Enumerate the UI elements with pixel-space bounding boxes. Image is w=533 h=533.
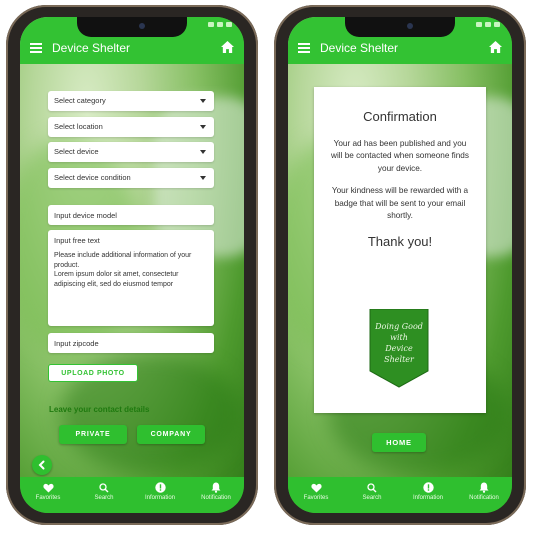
contact-details-label: Leave your contact details — [49, 405, 150, 414]
nav-search-label: Search — [94, 495, 114, 501]
nav-information[interactable]: Information — [400, 477, 456, 513]
upload-photo-button[interactable]: UPLOAD PHOTO — [48, 364, 138, 382]
device-model-input[interactable]: Input device model — [48, 205, 214, 225]
bell-icon — [211, 482, 221, 493]
nav-information-label: Information — [412, 495, 443, 501]
menu-icon[interactable] — [30, 43, 42, 53]
bell-icon — [479, 482, 489, 493]
dialog-title: Confirmation — [363, 109, 437, 124]
heart-icon — [42, 483, 54, 493]
dropdown-arrow-icon — [200, 150, 206, 154]
bottom-navigation: Favorites Search Information Notificatio… — [288, 477, 512, 513]
dialog-message-published: Your ad has been published and you will … — [331, 139, 469, 173]
badge-text-line3: Device — [384, 344, 413, 353]
notch — [77, 17, 187, 37]
device-select[interactable]: Select device — [48, 142, 214, 162]
dropdown-arrow-icon — [200, 176, 206, 180]
home-button[interactable]: HOME — [372, 433, 426, 452]
nav-information-label: Information — [144, 495, 175, 501]
confirmation-screen: Device Shelter Confirmation Your ad has … — [288, 17, 512, 513]
status-bar-icons — [208, 22, 232, 27]
dialog-thanks: Thank you! — [367, 234, 433, 250]
free-text-body: Please include additional information of… — [54, 252, 192, 288]
nav-notification[interactable]: Notification — [456, 477, 512, 513]
private-button[interactable]: PRIVATE — [59, 425, 127, 444]
app-title: Device Shelter — [320, 41, 399, 55]
location-select-label: Select location — [54, 122, 103, 131]
bottom-navigation: Favorites Search Information Notificatio… — [20, 477, 244, 513]
info-icon — [154, 482, 166, 493]
location-select[interactable]: Select location — [48, 117, 214, 137]
notch — [345, 17, 455, 37]
nav-favorites-label: Favorites — [303, 495, 329, 501]
chevron-left-icon — [38, 460, 45, 470]
device-condition-select[interactable]: Select device condition — [48, 168, 214, 188]
company-button[interactable]: COMPANY — [137, 425, 205, 444]
info-icon — [422, 482, 434, 493]
free-text-input[interactable]: Input free text Please include additiona… — [48, 230, 214, 326]
home-icon[interactable] — [489, 41, 502, 53]
nav-notification[interactable]: Notification — [188, 477, 244, 513]
nav-notification-label: Notification — [469, 495, 499, 501]
confirmation-dialog: Confirmation Your ad has been published … — [314, 87, 486, 413]
menu-icon[interactable] — [298, 43, 310, 53]
category-select[interactable]: Select category — [48, 91, 214, 111]
device-select-label: Select device — [54, 147, 99, 156]
category-select-label: Select category — [54, 96, 106, 105]
back-button[interactable] — [32, 455, 52, 475]
zipcode-input[interactable]: Input zipcode — [48, 333, 214, 353]
dropdown-arrow-icon — [200, 125, 206, 129]
nav-search[interactable]: Search — [344, 477, 400, 513]
device-model-placeholder: Input device model — [54, 211, 117, 220]
heart-icon — [310, 483, 322, 493]
nav-information[interactable]: Information — [132, 477, 188, 513]
nav-search-label: Search — [362, 495, 382, 501]
post-ad-screen: Device Shelter Select category Select lo… — [20, 17, 244, 513]
phone-right: Device Shelter Confirmation Your ad has … — [274, 5, 526, 525]
search-icon — [99, 482, 109, 492]
nav-favorites-label: Favorites — [35, 495, 61, 501]
dialog-message-reward: Your kindness will be rewarded with a ba… — [331, 186, 469, 221]
status-bar-icons — [476, 22, 500, 27]
app-title: Device Shelter — [52, 41, 131, 55]
free-text-label: Input free text — [54, 236, 100, 245]
dropdown-arrow-icon — [200, 99, 206, 103]
device-condition-select-label: Select device condition — [54, 173, 131, 182]
device-shelter-badge: Doing Good with Device Shelter — [369, 309, 429, 388]
search-icon — [367, 482, 377, 492]
zipcode-placeholder: Input zipcode — [54, 339, 99, 348]
badge-text-line1: Doing Good — [374, 322, 423, 331]
nav-favorites[interactable]: Favorites — [288, 477, 344, 513]
home-icon[interactable] — [221, 41, 234, 53]
phone-left: Device Shelter Select category Select lo… — [6, 5, 258, 525]
badge-text-line2: with — [390, 333, 408, 342]
nav-favorites[interactable]: Favorites — [20, 477, 76, 513]
nav-search[interactable]: Search — [76, 477, 132, 513]
badge-text-line4: Shelter — [384, 355, 415, 364]
nav-notification-label: Notification — [201, 495, 231, 501]
